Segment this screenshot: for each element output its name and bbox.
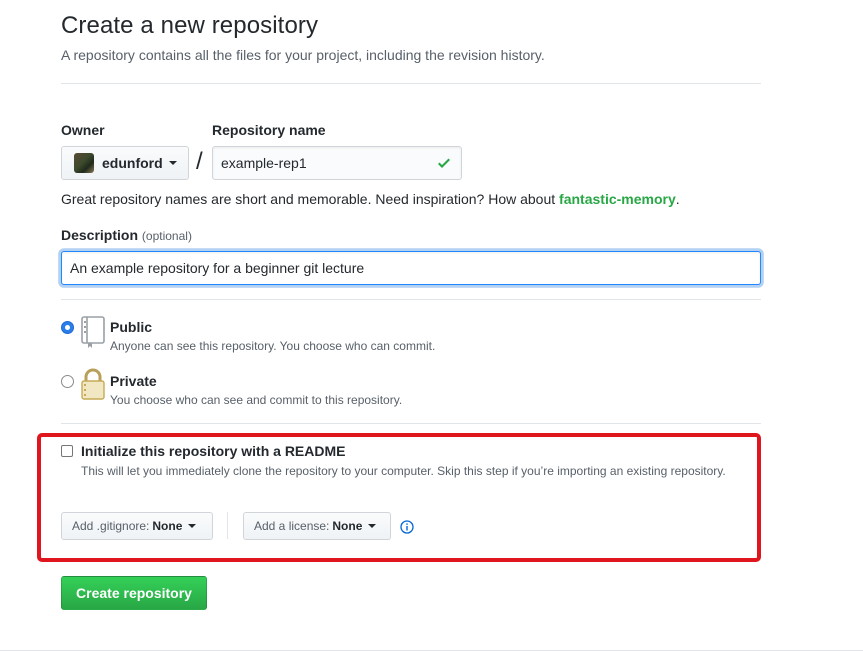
owner-repo-separator: /	[196, 148, 203, 175]
repo-name-field-wrapper	[212, 146, 462, 180]
chevron-down-icon	[168, 161, 177, 165]
check-icon	[438, 158, 450, 168]
gitignore-dropdown[interactable]: Add .gitignore: None	[61, 512, 213, 540]
lock-icon	[81, 368, 105, 400]
page-subtitle: A repository contains all the files for …	[61, 47, 545, 63]
private-title: Private	[110, 373, 157, 389]
repo-name-input[interactable]	[213, 147, 461, 179]
optional-label: (optional)	[141, 229, 192, 243]
gitignore-label: Add .gitignore:	[72, 519, 150, 533]
license-dropdown[interactable]: Add a license: None	[243, 512, 391, 540]
repo-name-label: Repository name	[212, 122, 326, 138]
divider	[227, 512, 228, 539]
description-input[interactable]	[61, 251, 761, 285]
init-readme-description: This will let you immediately clone the …	[81, 464, 726, 478]
repo-name-hint: Great repository names are short and mem…	[61, 191, 680, 207]
description-label-text: Description	[61, 227, 139, 243]
divider	[61, 299, 761, 300]
public-title: Public	[110, 319, 153, 335]
owner-dropdown[interactable]: edunford	[61, 146, 189, 180]
hint-text: Great repository names are short and mem…	[61, 191, 560, 207]
page-title: Create a new repository	[61, 12, 319, 39]
description-label: Description (optional)	[61, 227, 192, 243]
license-value: None	[332, 519, 363, 533]
init-readme-title: Initialize this repository with a README	[81, 443, 346, 459]
public-description: Anyone can see this repository. You choo…	[110, 339, 436, 353]
info-icon[interactable]	[400, 520, 414, 534]
hint-suffix: .	[675, 191, 680, 207]
owner-name: edunford	[102, 155, 163, 171]
license-label: Add a license:	[254, 519, 330, 533]
chevron-down-icon	[368, 524, 377, 528]
avatar	[74, 153, 94, 173]
name-suggestion-link[interactable]: fantastic-memory	[559, 191, 676, 207]
init-readme-checkbox[interactable]	[61, 445, 73, 457]
chevron-down-icon	[188, 524, 197, 528]
divider	[61, 83, 761, 84]
private-radio[interactable]	[61, 375, 74, 388]
gitignore-value: None	[152, 519, 183, 533]
private-description: You choose who can see and commit to thi…	[110, 393, 403, 407]
divider	[61, 423, 761, 424]
create-repository-button[interactable]: Create repository	[61, 576, 207, 610]
public-radio[interactable]	[61, 321, 74, 334]
repo-icon	[81, 316, 105, 348]
owner-label: Owner	[61, 122, 105, 138]
